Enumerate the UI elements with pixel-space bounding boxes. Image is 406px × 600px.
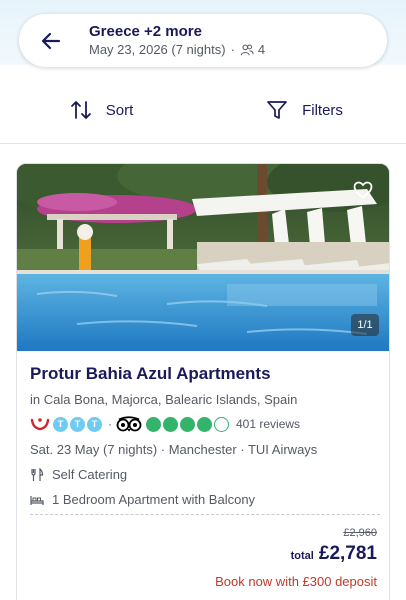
pool-scene-image [17, 164, 389, 351]
total-label: total [290, 550, 314, 562]
review-count[interactable]: 401 reviews [236, 417, 300, 431]
filters-label: Filters [302, 101, 343, 119]
ratings-row: T T T · 401 reviews [30, 415, 380, 433]
price-section: £2,960 total £2,781 Book now with £300 d… [215, 527, 377, 589]
sort-button[interactable]: Sort [0, 82, 203, 138]
board-label: Self Catering [52, 467, 128, 482]
search-summary-pill[interactable]: Greece +2 more May 23, 2026 (7 nights) ·… [19, 14, 387, 67]
back-arrow-icon[interactable] [39, 29, 63, 53]
original-price: £2,960 [343, 527, 377, 539]
tui-rating-badge: T [87, 416, 102, 432]
sort-label: Sort [105, 101, 134, 119]
hotel-name[interactable]: Protur Bahia Azul Apartments [30, 364, 380, 384]
rating-bubble-filled [197, 416, 212, 432]
room-label: 1 Bedroom Apartment with Balcony [52, 492, 256, 507]
filters-button[interactable]: Filters [203, 82, 406, 138]
sort-filter-toolbar: Sort Filters [0, 82, 406, 138]
room-type: 1 Bedroom Apartment with Balcony [30, 491, 380, 508]
rating-bubble-filled [146, 416, 161, 432]
tui-rating-badge: T [53, 416, 68, 432]
date-nights: May 23, 2026 (7 nights) [89, 42, 226, 57]
tripadvisor-owl-icon [116, 416, 142, 432]
rating-bubble-filled [163, 416, 178, 432]
search-details: May 23, 2026 (7 nights) · 4 [89, 41, 265, 59]
trip-details: Sat. 23 May (7 nights) · Manchester · TU… [30, 442, 318, 457]
total-row: total £2,781 [215, 543, 377, 565]
hotel-card[interactable]: 1/1 Protur Bahia Azul Apartments in Cala… [16, 163, 390, 600]
filter-icon [267, 101, 287, 119]
heart-icon[interactable] [353, 181, 373, 199]
hotel-info: Protur Bahia Azul Apartments in Cala Bon… [30, 364, 380, 508]
traveller-count: 4 [257, 42, 266, 57]
hotel-location: in Cala Bona, Majorca, Balearic Islands,… [30, 392, 298, 407]
sort-icon [70, 101, 91, 119]
total-price: £2,781 [318, 543, 377, 564]
separator-dot: · [230, 42, 235, 57]
board-basis: Self Catering [30, 466, 380, 483]
tui-rating-badge: T [70, 416, 85, 432]
image-counter: 1/1 [351, 314, 379, 336]
toolbar-divider [0, 143, 406, 144]
cutlery-icon [31, 467, 44, 481]
rating-bubble-filled [180, 416, 195, 432]
hotel-photo[interactable]: 1/1 [17, 164, 389, 351]
tui-logo-icon [30, 418, 50, 431]
people-icon [240, 44, 254, 56]
destination-title: Greece +2 more [89, 23, 202, 40]
rating-bubble-empty [214, 416, 229, 432]
bed-icon [30, 495, 44, 505]
price-divider [30, 514, 380, 515]
search-summary-text: Greece +2 more May 23, 2026 (7 nights) ·… [89, 23, 265, 59]
separator-dot: · [108, 417, 112, 431]
deposit-offer[interactable]: Book now with £300 deposit [215, 574, 377, 589]
